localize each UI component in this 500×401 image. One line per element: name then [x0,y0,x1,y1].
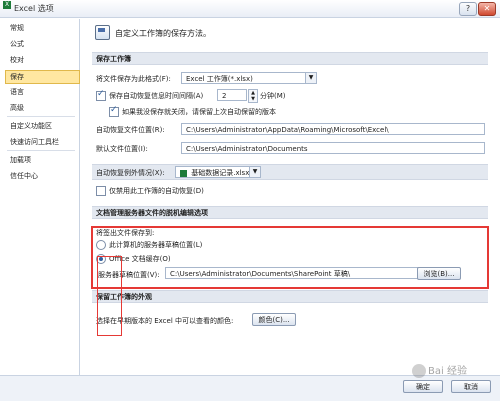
help-button[interactable]: ? [459,2,477,16]
sidebar-item-language[interactable]: 语言 [6,86,80,98]
sidebar-divider [7,150,75,151]
exception-workbook-select[interactable]: 基础数据记录.xlsx ▼ [175,166,261,178]
save-icon [95,25,110,40]
keep-last-version-checkbox[interactable] [109,105,119,117]
sidebar-item-quick-access-toolbar[interactable]: 快速访问工具栏 [6,136,80,148]
sidebar-item-proofing[interactable]: 校对 [6,54,80,66]
save-format-value: Excel 工作簿(*.xlsx) [186,75,253,83]
save-options-panel: 自定义工作簿的保存方法。 保存工作簿 将文件保存为此格式(F): Excel 工… [85,19,495,374]
minutes-spinner[interactable]: ▲ ▼ [248,89,258,103]
minutes-label: 分钟(M) [260,92,286,100]
default-location-input[interactable]: C:\Users\Administrator\Documents [181,142,485,154]
cancel-button[interactable]: 取消 [451,380,491,393]
page-title: 自定义工作簿的保存方法。 [115,29,211,38]
title-bar: X Excel 选项 ? ✕ [0,0,500,18]
autorecover-label: 保存自动恢复信息时间间隔(A) [109,92,204,100]
sidebar-item-save[interactable]: 保存 [5,70,80,84]
autorecover-exceptions-bar: 自动恢复例外情况(X): [92,164,488,180]
default-location-label: 默认文件位置(I): [96,145,148,153]
autorecover-exceptions-label: 自动恢复例外情况(X): [96,169,165,177]
disable-autorecover-checkbox[interactable] [96,186,106,196]
sidebar: 常规 公式 校对 保存 语言 高级 自定义功能区 快速访问工具栏 加载项 信任中… [3,19,80,391]
sidebar-item-general[interactable]: 常规 [6,22,80,34]
sidebar-item-advanced[interactable]: 高级 [6,102,80,114]
paw-icon [412,364,426,378]
keep-last-version-label: 如果我没保存就关闭，请保留上次自动保留的版本 [122,108,276,116]
autorecover-location-label: 自动恢复文件位置(R): [96,126,165,134]
excel-options-window: X Excel 选项 ? ✕ 常规 公式 校对 保存 语言 高级 自定义功能区 … [0,0,500,401]
watermark-text: Bai 经验 [428,366,467,377]
chevron-down-icon: ▼ [249,167,260,177]
sidebar-item-formulas[interactable]: 公式 [6,38,80,50]
section-save-workbooks: 保存工作簿 [92,52,488,65]
save-format-select[interactable]: Excel 工作簿(*.xlsx) ▼ [181,72,317,84]
sidebar-item-add-ins[interactable]: 加载项 [6,154,80,166]
excel-app-icon: X [3,1,11,9]
section-preserve-visual: 保留工作簿的外观 [92,290,488,303]
autorecover-minutes-input[interactable]: 2 [217,89,247,101]
watermark: Bai 经验 [412,362,467,378]
highlight-marker [97,256,122,336]
chevron-down-icon: ▼ [305,73,316,83]
exception-workbook-value: 基础数据记录.xlsx [191,169,250,177]
sidebar-item-trust-center[interactable]: 信任中心 [6,170,80,182]
ok-button[interactable]: 确定 [403,380,443,393]
close-button[interactable]: ✕ [478,2,496,16]
highlight-box [91,226,489,289]
colors-button[interactable]: 颜色(C)... [252,313,296,326]
disable-autorecover-label: 仅禁用此工作簿的自动恢复(D) [109,187,204,195]
excel-file-icon [180,169,187,177]
autorecover-location-input[interactable]: C:\Users\Administrator\AppData\Roaming\M… [181,123,485,135]
format-label: 将文件保存为此格式(F): [96,75,171,83]
window-title: Excel 选项 [14,4,54,13]
sidebar-divider [7,116,75,117]
section-offline-editing: 文档管理服务器文件的脱机编辑选项 [92,206,488,219]
sidebar-item-customize-ribbon[interactable]: 自定义功能区 [6,120,80,132]
autorecover-checkbox[interactable] [96,89,106,101]
